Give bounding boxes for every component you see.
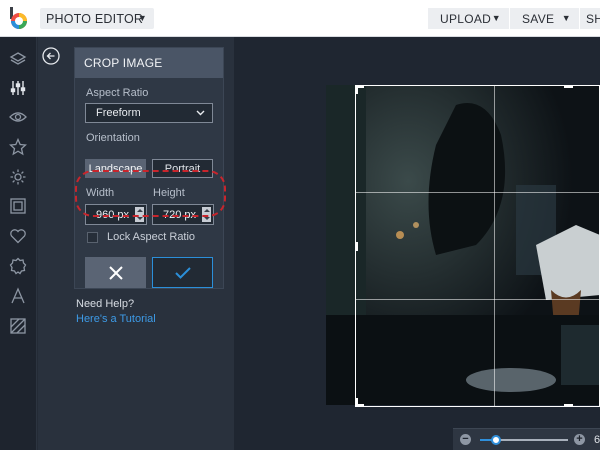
width-height-highlight: [75, 170, 226, 217]
crop-handle-bottom-left[interactable]: [355, 398, 364, 407]
crop-handle-left[interactable]: [355, 242, 358, 251]
lock-aspect-checkbox[interactable]: [87, 232, 98, 243]
aspect-ratio-select[interactable]: Freeform: [85, 103, 213, 123]
app-menu-label: PHOTO EDITOR: [46, 11, 144, 26]
upload-label: UPLOAD: [440, 11, 492, 26]
crop-handle-top[interactable]: [564, 85, 573, 88]
save-label: SAVE: [522, 11, 555, 26]
cancel-button[interactable]: [85, 257, 146, 288]
star-icon[interactable]: [8, 137, 28, 157]
upload-button[interactable]: UPLOAD ▼: [428, 8, 509, 29]
aspect-ratio-label: Aspect Ratio: [86, 87, 149, 99]
tool-rail: [0, 37, 37, 450]
crop-panel: CROP IMAGE Aspect Ratio Freeform Orienta…: [38, 37, 234, 450]
stepper-down-icon: [136, 216, 143, 220]
app-menu-dropdown[interactable]: PHOTO EDITOR ▼: [40, 8, 154, 29]
crop-card-title: CROP IMAGE: [75, 48, 223, 78]
badge-icon[interactable]: [8, 256, 28, 276]
sliders-icon[interactable]: [8, 78, 28, 98]
top-bar: PHOTO EDITOR ▼ UPLOAD ▼ SAVE ▼ SH: [0, 0, 600, 37]
back-arrow-icon[interactable]: [42, 47, 60, 65]
zoom-slider-thumb[interactable]: [490, 435, 501, 445]
caret-down-icon: ▼: [491, 13, 501, 23]
close-icon: [108, 265, 123, 280]
grid-line: [356, 192, 599, 193]
gear-icon[interactable]: [8, 167, 28, 187]
stepper-down-icon: [203, 216, 210, 220]
zoom-in-button[interactable]: +: [574, 434, 585, 445]
app-logo: [10, 7, 27, 29]
image-canvas[interactable]: [234, 37, 600, 450]
zoom-value: 6: [594, 434, 600, 446]
zoom-bar: − + 6: [453, 428, 600, 450]
lock-aspect-label: Lock Aspect Ratio: [107, 231, 196, 243]
texture-icon[interactable]: [8, 316, 28, 336]
caret-down-icon: ▼: [137, 13, 147, 23]
share-button[interactable]: SH: [580, 8, 600, 29]
crop-handle-bottom[interactable]: [564, 404, 573, 407]
share-label: SH: [586, 11, 600, 26]
heart-icon[interactable]: [8, 226, 28, 246]
layers-icon[interactable]: [8, 49, 28, 69]
crop-image-card: CROP IMAGE Aspect Ratio Freeform Orienta…: [74, 47, 224, 289]
grid-line: [494, 86, 495, 406]
apply-button[interactable]: [152, 257, 213, 288]
crop-frame[interactable]: [355, 85, 600, 407]
caret-down-icon: ▼: [561, 13, 571, 23]
orientation-label: Orientation: [86, 132, 140, 144]
tutorial-link[interactable]: Here's a Tutorial: [76, 313, 156, 325]
text-icon[interactable]: [8, 286, 28, 306]
checkmark-icon: [174, 266, 191, 279]
frame-icon[interactable]: [8, 196, 28, 216]
zoom-out-button[interactable]: −: [460, 434, 471, 445]
crop-handle-top-left[interactable]: [355, 85, 364, 94]
help-title: Need Help?: [76, 298, 135, 310]
chevron-down-icon: [196, 110, 205, 116]
eye-icon[interactable]: [8, 107, 28, 127]
aspect-ratio-value: Freeform: [96, 107, 141, 119]
save-button[interactable]: SAVE ▼: [510, 8, 579, 29]
grid-line: [356, 299, 599, 300]
